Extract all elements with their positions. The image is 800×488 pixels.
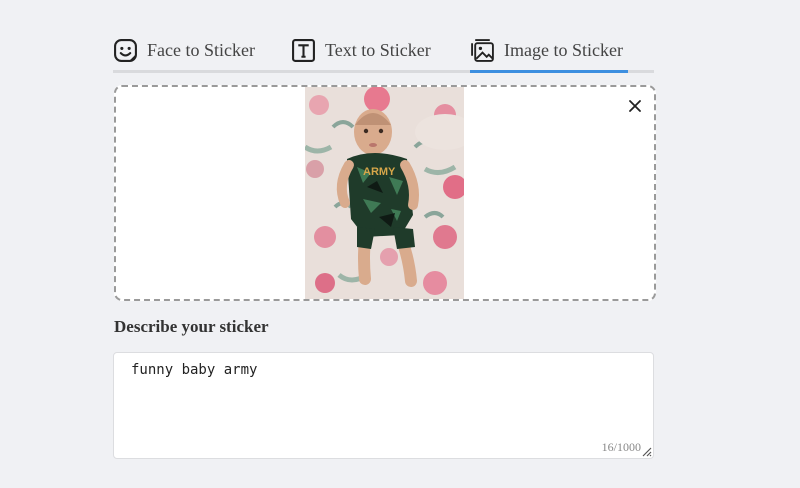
tab-text-to-sticker[interactable]: Text to Sticker xyxy=(291,30,431,70)
character-counter: 16/1000 xyxy=(601,440,641,454)
description-field: funny baby army 16/1000 xyxy=(113,352,654,459)
close-icon[interactable] xyxy=(626,97,644,115)
tab-face-to-sticker[interactable]: Face to Sticker xyxy=(113,30,255,70)
image-sticker-icon xyxy=(471,38,494,62)
description-input[interactable]: funny baby army xyxy=(114,353,653,458)
tab-bar: Face to Sticker Text to Sticker Image to… xyxy=(113,30,654,73)
describe-label: Describe your sticker xyxy=(114,317,269,336)
uploaded-photo: ARMY xyxy=(305,87,464,299)
tab-label: Image to Sticker xyxy=(504,39,623,60)
text-box-icon xyxy=(292,38,315,62)
svg-text:ARMY: ARMY xyxy=(363,166,396,178)
active-tab-indicator xyxy=(470,70,628,73)
tab-image-to-sticker[interactable]: Image to Sticker xyxy=(470,30,629,70)
face-sticker-icon xyxy=(114,38,137,62)
resize-handle-icon[interactable] xyxy=(640,445,652,457)
image-upload-area[interactable]: ARMY xyxy=(114,85,656,301)
tab-label: Text to Sticker xyxy=(325,39,431,60)
tab-label: Face to Sticker xyxy=(147,39,255,60)
